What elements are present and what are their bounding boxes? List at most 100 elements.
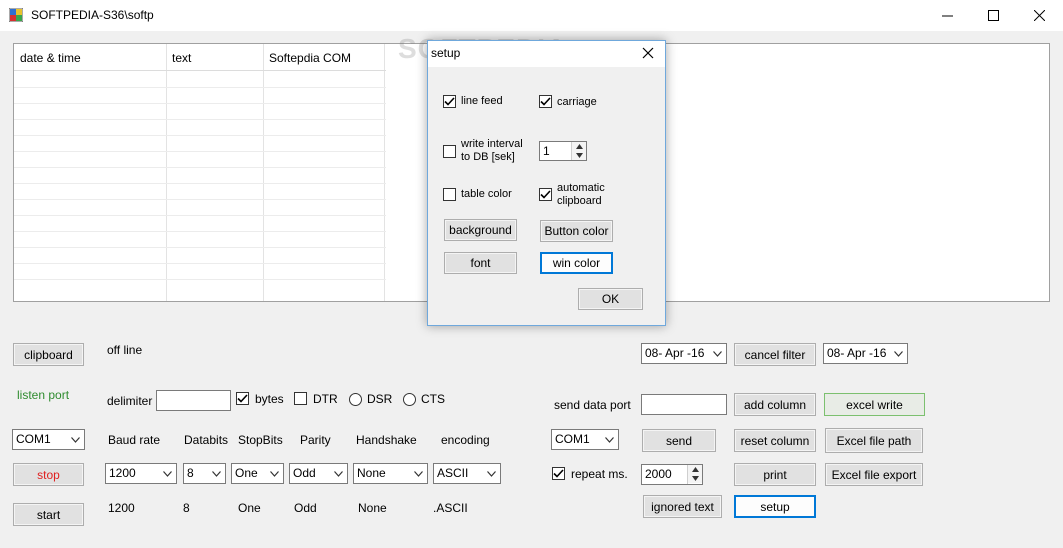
row-line [14, 103, 386, 104]
chevron-down-icon [159, 464, 176, 483]
automatic-clipboard-label-2: clipboard [557, 195, 602, 207]
row-line [14, 247, 386, 248]
cts-label: CTS [421, 392, 445, 406]
row-line [14, 119, 386, 120]
handshake-select[interactable]: None [353, 463, 428, 484]
send-button[interactable]: send [642, 429, 716, 452]
date-to-picker[interactable]: 08- Apr -16 [823, 343, 908, 364]
chevron-down-icon [890, 344, 907, 363]
app-icon [8, 7, 24, 23]
baud-select[interactable]: 1200 [105, 463, 177, 484]
header-parity: Parity [300, 433, 331, 447]
win-color-button[interactable]: win color [540, 252, 613, 274]
excel-file-path-button[interactable]: Excel file path [825, 428, 923, 453]
stop-button[interactable]: stop [13, 463, 84, 486]
header-encoding: encoding [441, 433, 490, 447]
spin-up-icon[interactable] [688, 465, 702, 474]
repeat-ms-spinner[interactable]: 2000 [641, 464, 703, 485]
write-interval-label-2: to DB [sek] [461, 151, 515, 163]
baud-select-value: 1200 [109, 466, 136, 480]
checkmark-icon [553, 469, 564, 478]
current-encoding: .ASCII [433, 501, 468, 515]
close-icon [1033, 10, 1045, 21]
add-column-button[interactable]: add column [734, 393, 816, 416]
checkmark-icon [444, 97, 455, 106]
chevron-down-icon [601, 430, 618, 449]
interval-spinner[interactable]: 1 [539, 141, 587, 161]
chevron-down-icon [67, 430, 84, 449]
row-line [14, 199, 386, 200]
start-button[interactable]: start [13, 503, 84, 526]
row-line [14, 167, 386, 168]
chevron-down-icon [266, 464, 283, 483]
minimize-icon [941, 15, 953, 17]
row-line [14, 231, 386, 232]
column-header-date[interactable]: date & time [20, 51, 81, 65]
reset-column-button[interactable]: reset column [734, 429, 816, 452]
line-feed-checkbox[interactable] [443, 95, 456, 108]
current-stopbits: One [238, 501, 261, 515]
spin-down-icon[interactable] [688, 474, 702, 483]
dtr-checkbox[interactable] [294, 392, 307, 405]
stopbits-select-value: One [235, 466, 258, 480]
send-port-select[interactable]: COM1 [551, 429, 619, 450]
repeat-label: repeat ms. [571, 467, 628, 481]
row-line [14, 279, 386, 280]
automatic-clipboard-label: automatic [557, 182, 605, 194]
parity-select-value: Odd [293, 466, 316, 480]
row-line [14, 183, 386, 184]
excel-write-button[interactable]: excel write [824, 393, 925, 416]
header-divider [14, 70, 386, 71]
stopbits-select[interactable]: One [231, 463, 284, 484]
current-databits: 8 [183, 501, 190, 515]
close-window-button[interactable] [1016, 0, 1062, 31]
cancel-filter-button[interactable]: cancel filter [734, 343, 816, 366]
send-port-value: COM1 [555, 432, 590, 446]
repeat-ms-value: 2000 [645, 467, 672, 481]
interval-value: 1 [543, 144, 550, 158]
checkmark-icon [237, 394, 248, 403]
minimize-button[interactable] [924, 0, 970, 31]
table-color-checkbox[interactable] [443, 188, 456, 201]
parity-select[interactable]: Odd [289, 463, 348, 484]
window-title: SOFTPEDIA-S36\softp [31, 8, 154, 22]
current-handshake: None [358, 501, 387, 515]
row-line [14, 135, 386, 136]
setup-dialog[interactable]: setup line feed carriage write interval … [427, 40, 666, 326]
font-button[interactable]: font [444, 252, 517, 274]
column-header-com[interactable]: Softepdia COM [269, 51, 351, 65]
delimiter-input[interactable] [156, 390, 231, 411]
maximize-button[interactable] [970, 0, 1016, 31]
port-select[interactable]: COM1 [12, 429, 85, 450]
setup-button[interactable]: setup [734, 495, 816, 518]
ok-button[interactable]: OK [578, 288, 643, 310]
databits-select-value: 8 [187, 466, 194, 480]
print-button[interactable]: print [734, 463, 816, 486]
automatic-clipboard-checkbox[interactable] [539, 188, 552, 201]
cts-radio[interactable] [403, 393, 416, 406]
clipboard-button[interactable]: clipboard [13, 343, 84, 366]
send-data-input[interactable] [641, 394, 727, 415]
row-line [14, 215, 386, 216]
bytes-label: bytes [255, 392, 284, 406]
dialog-close-button[interactable] [642, 47, 656, 61]
chevron-down-icon [330, 464, 347, 483]
encoding-select[interactable]: ASCII [433, 463, 501, 484]
date-from-picker[interactable]: 08- Apr -16 [641, 343, 727, 364]
column-header-text[interactable]: text [172, 51, 191, 65]
spin-up-icon[interactable] [572, 142, 586, 151]
excel-file-export-button[interactable]: Excel file export [825, 463, 923, 486]
current-parity: Odd [294, 501, 317, 515]
dsr-radio[interactable] [349, 393, 362, 406]
ignored-text-button[interactable]: ignored text [643, 495, 722, 518]
write-interval-checkbox[interactable] [443, 145, 456, 158]
carriage-checkbox[interactable] [539, 95, 552, 108]
spin-down-icon[interactable] [572, 151, 586, 160]
background-button[interactable]: background [444, 219, 517, 241]
databits-select[interactable]: 8 [183, 463, 226, 484]
connection-status: off line [107, 343, 143, 357]
repeat-checkbox[interactable] [552, 467, 565, 480]
bytes-checkbox[interactable] [236, 392, 249, 405]
button-color-button[interactable]: Button color [540, 220, 613, 242]
current-baud: 1200 [108, 501, 135, 515]
